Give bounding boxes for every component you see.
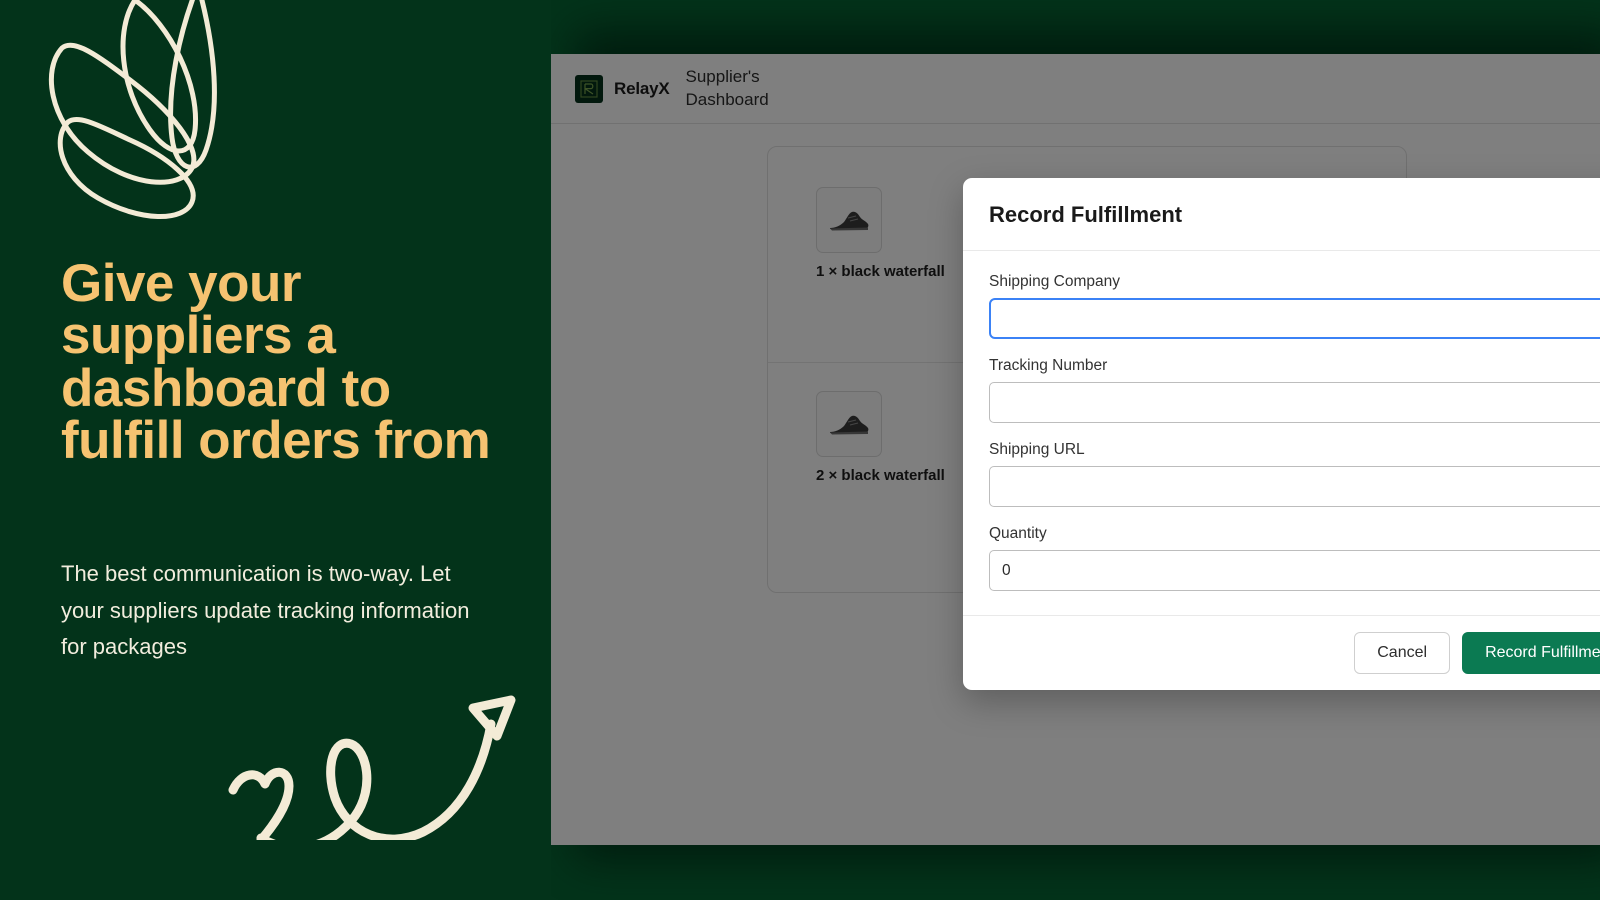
field-quantity: Quantity [989, 525, 1600, 591]
dialog-header: Record Fulfillment [963, 178, 1600, 251]
field-shipping-url: Shipping URL [989, 441, 1600, 507]
page-title: Give your suppliers a dashboard to fulfi… [61, 254, 491, 471]
scribble-doodle-icon [48, 0, 217, 219]
shipping-company-input[interactable] [989, 298, 1600, 339]
field-label: Shipping URL [989, 441, 1085, 458]
dialog-body: Shipping Company Tracking Number Shippin… [963, 251, 1600, 615]
record-fulfillment-button[interactable]: Record Fulfillment [1462, 632, 1600, 674]
dialog-footer: Cancel Record Fulfillment [963, 615, 1600, 690]
tracking-number-input[interactable] [989, 382, 1600, 423]
record-fulfillment-dialog: Record Fulfillment Shipping Company Trac… [963, 178, 1600, 690]
field-tracking-number: Tracking Number [989, 357, 1600, 423]
dialog-title: Record Fulfillment [989, 202, 1183, 227]
cancel-button[interactable]: Cancel [1354, 632, 1451, 674]
field-label: Tracking Number [989, 357, 1108, 374]
shipping-url-input[interactable] [989, 466, 1600, 507]
field-shipping-company: Shipping Company [989, 273, 1600, 339]
page-subtitle: The best communication is two-way. Let y… [61, 561, 470, 660]
curly-arrow-doodle-icon [228, 695, 516, 840]
field-label: Quantity [989, 525, 1047, 542]
field-label: Shipping Company [989, 273, 1120, 290]
quantity-input[interactable] [989, 550, 1600, 591]
marketing-panel: Give your suppliers a dashboard to fulfi… [0, 0, 551, 900]
